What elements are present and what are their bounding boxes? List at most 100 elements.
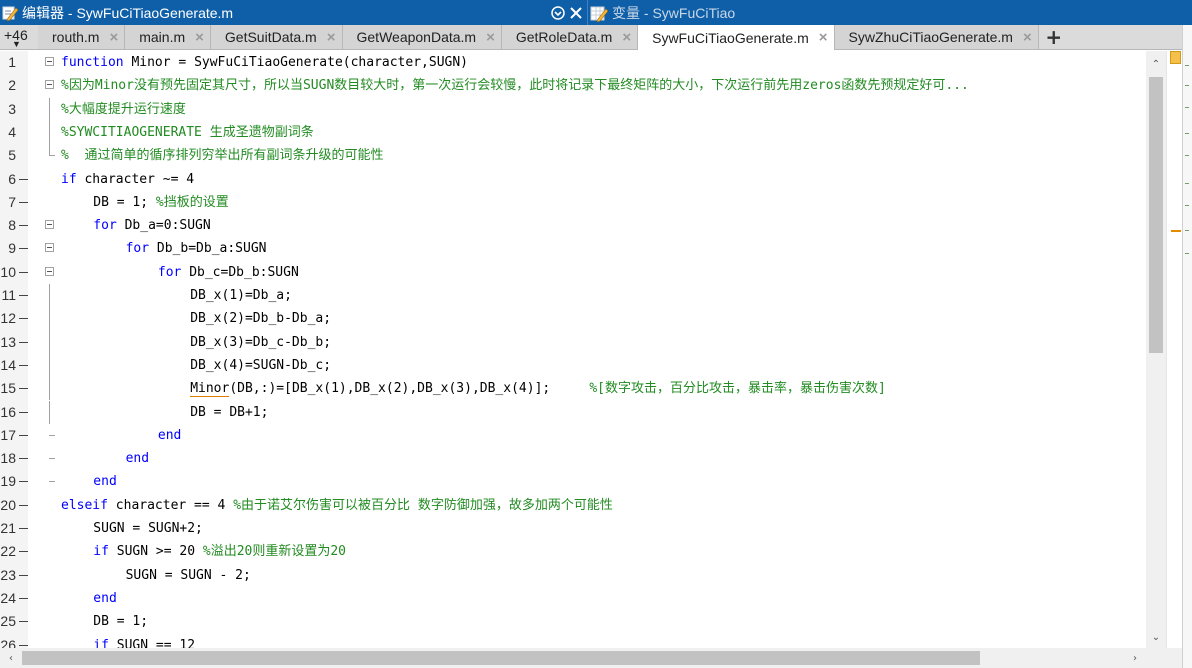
executable-line-marker[interactable]	[19, 318, 28, 320]
minus-box-icon[interactable]	[45, 80, 54, 90]
executable-line-marker[interactable]	[19, 434, 28, 436]
triangle-left-icon[interactable]: ‹	[2, 648, 20, 668]
line-number[interactable]: 8	[0, 214, 16, 237]
line-number[interactable]: 25	[0, 610, 16, 633]
code-line[interactable]: 20 elseif character == 4 %由于诺艾尔伤害可以被百分比 数…	[0, 494, 1146, 517]
close-icon[interactable]: ×	[622, 29, 631, 46]
line-number[interactable]: 12	[0, 307, 16, 330]
line-number[interactable]: 14	[0, 354, 16, 377]
code-line[interactable]: 21 SUGN = SUGN+2;	[0, 517, 1146, 540]
variable-title-section[interactable]: 变量 - SywFuCiTiao	[588, 0, 735, 25]
minus-box-icon[interactable]	[45, 266, 54, 276]
line-number[interactable]: 10	[0, 261, 16, 284]
line-number[interactable]: 6	[0, 168, 16, 191]
tab-sywzhucitiaogenerate-m[interactable]: SywZhuCiTiaoGenerate.m ×	[834, 25, 1039, 49]
line-number[interactable]: 13	[0, 331, 16, 354]
line-number[interactable]: 20	[0, 494, 16, 517]
line-number[interactable]: 7	[0, 191, 16, 214]
code-line[interactable]: 22 if SUGN >= 20 %溢出20则重新设置为20	[0, 540, 1146, 563]
executable-line-marker[interactable]	[19, 481, 28, 483]
line-number[interactable]: 18	[0, 447, 16, 470]
line-number[interactable]: 19	[0, 470, 16, 493]
executable-line-marker[interactable]	[19, 597, 28, 599]
line-number[interactable]: 24	[0, 587, 16, 610]
line-number[interactable]: 1	[0, 51, 16, 74]
warning-marker[interactable]	[1171, 230, 1181, 232]
line-number[interactable]: 4	[0, 121, 16, 144]
triangle-down-icon[interactable]: ⌄	[1146, 628, 1166, 646]
triangle-right-icon[interactable]: ›	[1126, 648, 1144, 668]
tab-overflow-button[interactable]: +46 ▼	[0, 25, 38, 49]
code-line[interactable]: 15 Minor(DB,:)=[DB_x(1),DB_x(2),DB_x(3),D…	[0, 377, 1146, 401]
fold-toggle-icon[interactable]	[30, 51, 54, 74]
code-line[interactable]: 14 DB_x(4)=SUGN-Db_c;	[0, 353, 1146, 378]
executable-line-marker[interactable]	[19, 504, 28, 506]
code-line[interactable]: 19 end	[0, 470, 1146, 493]
code-line[interactable]: 9 for Db_b=Db_a:SUGN	[0, 237, 1146, 260]
line-number[interactable]: 17	[0, 424, 16, 447]
code-editor[interactable]: 1 function Minor = SywFuCiTiaoGenerate(ch…	[0, 51, 1146, 648]
code-line[interactable]: 12 DB_x(2)=Db_b-Db_a;	[0, 307, 1146, 331]
vertical-scroll-thumb[interactable]	[1149, 77, 1163, 353]
executable-line-marker[interactable]	[19, 341, 28, 343]
executable-line-marker[interactable]	[19, 621, 28, 623]
code-line[interactable]: 6 if character ~= 4	[0, 168, 1146, 191]
vertical-scrollbar[interactable]: ⌃ ⌄	[1146, 51, 1166, 648]
executable-line-marker[interactable]	[19, 271, 28, 273]
executable-line-marker[interactable]	[19, 295, 28, 296]
code-line[interactable]: 7 DB = 1; %挡板的设置	[0, 191, 1146, 214]
line-number[interactable]: 9	[0, 237, 16, 260]
executable-line-marker[interactable]	[19, 551, 28, 553]
fold-toggle-icon[interactable]	[30, 261, 54, 284]
executable-line-marker[interactable]	[19, 248, 28, 250]
minus-box-icon[interactable]	[45, 220, 54, 230]
tab-sywfucitiaogenerate-m[interactable]: SywFuCiTiaoGenerate.m ×	[638, 25, 835, 50]
fold-toggle-icon[interactable]	[30, 237, 54, 260]
tab-getsuitdata-m[interactable]: GetSuitData.m ×	[210, 25, 343, 49]
code-line[interactable]: 25 DB = 1;	[0, 610, 1146, 633]
code-line[interactable]: 5 % 通过简单的循序排列穷举出所有副词条升级的可能性	[0, 144, 1146, 167]
code-line[interactable]: 17 end	[0, 424, 1146, 447]
executable-line-marker[interactable]	[19, 644, 28, 646]
add-tab-button[interactable]: +	[1039, 25, 1069, 49]
executable-line-marker[interactable]	[19, 458, 28, 460]
close-icon[interactable]: ×	[486, 29, 495, 46]
close-icon[interactable]: ×	[109, 29, 118, 46]
code-line[interactable]: 18 end	[0, 447, 1146, 470]
tab-routh-m[interactable]: routh.m ×	[38, 25, 126, 49]
code-line[interactable]: 13 DB_x(3)=Db_c-Db_b;	[0, 330, 1146, 354]
line-number[interactable]: 2	[0, 74, 16, 97]
close-icon[interactable]: ×	[195, 29, 204, 46]
close-icon[interactable]: ×	[819, 29, 828, 46]
chevron-down-circle-icon[interactable]	[551, 5, 565, 20]
minus-box-icon[interactable]	[45, 57, 54, 66]
tab-getweapondata-m[interactable]: GetWeaponData.m ×	[342, 25, 502, 49]
code-line[interactable]: 23 SUGN = SUGN - 2;	[0, 564, 1146, 587]
executable-line-marker[interactable]	[19, 178, 28, 180]
horizontal-scroll-thumb[interactable]	[22, 651, 980, 665]
close-icon[interactable]	[569, 6, 583, 20]
fold-toggle-icon[interactable]	[30, 74, 54, 97]
executable-line-marker[interactable]	[19, 388, 28, 390]
code-line[interactable]: 2 %因为Minor没有预先固定其尺寸，所以当SUGN数目较大时，第一次运行会较慢…	[0, 74, 1146, 97]
line-number[interactable]: 11	[0, 284, 16, 307]
close-icon[interactable]: ×	[1023, 29, 1032, 46]
fold-toggle-icon[interactable]	[30, 214, 54, 237]
line-number[interactable]: 15	[0, 377, 16, 400]
analyzer-status-indicator[interactable]	[1170, 51, 1181, 64]
code-line[interactable]: 8 for Db_a=0:SUGN	[0, 214, 1146, 237]
line-number[interactable]: 3	[0, 98, 16, 121]
executable-line-marker[interactable]	[19, 364, 28, 366]
executable-line-marker[interactable]	[19, 411, 28, 413]
triangle-up-icon[interactable]: ⌃	[1146, 55, 1166, 73]
code-line[interactable]: 10 for Db_c=Db_b:SUGN	[0, 261, 1146, 284]
code-line[interactable]: 3 %大幅度提升运行速度	[0, 97, 1146, 121]
close-icon[interactable]: ×	[327, 29, 336, 46]
line-number[interactable]: 26	[0, 634, 16, 649]
code-line[interactable]: 24 end	[0, 587, 1146, 610]
line-number[interactable]: 5	[0, 144, 16, 167]
tab-main-m[interactable]: main.m ×	[125, 25, 211, 49]
line-number[interactable]: 16	[0, 401, 16, 424]
horizontal-scrollbar[interactable]: ‹ ›	[0, 648, 1146, 668]
executable-line-marker[interactable]	[19, 225, 28, 227]
